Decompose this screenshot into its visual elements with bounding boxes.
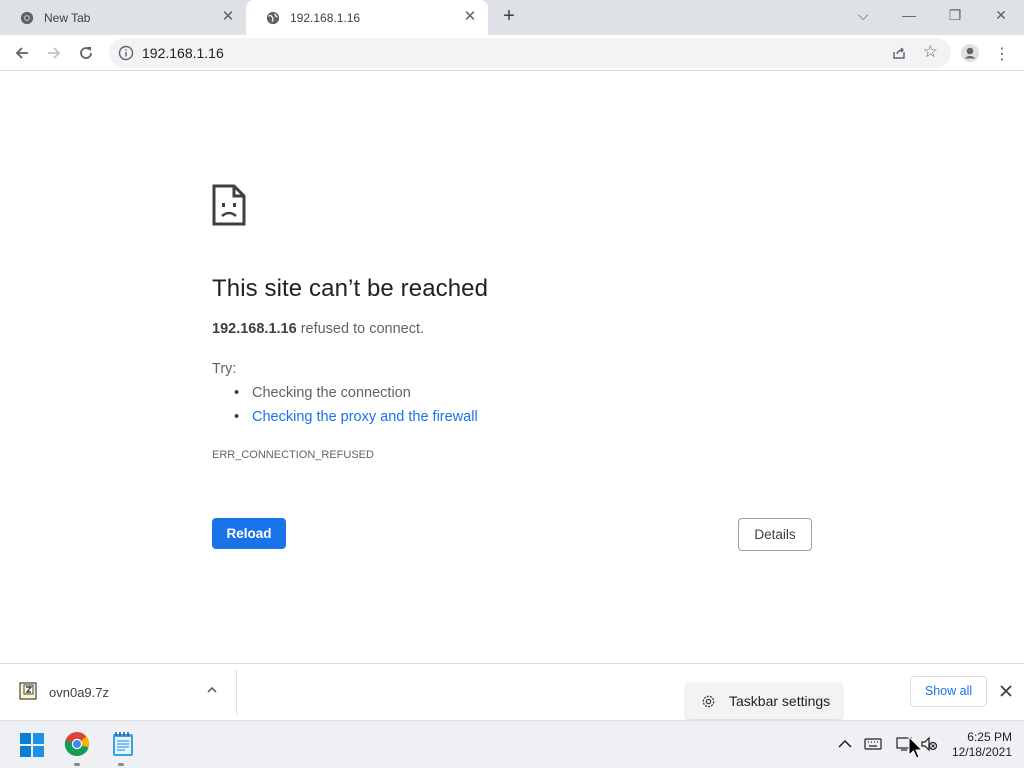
taskbar-settings-popup[interactable]: Taskbar settings (686, 683, 842, 719)
show-all-button[interactable]: Show all (910, 676, 987, 707)
taskbar-settings-label: Taskbar settings (729, 693, 831, 709)
tab-new-tab[interactable]: New Tab ✕ (0, 0, 246, 35)
error-title: This site can’t be reached (212, 275, 489, 302)
running-indicator (74, 763, 80, 766)
back-arrow-icon (15, 47, 28, 59)
start-icon[interactable] (20, 733, 44, 757)
restore-button[interactable]: ❐ (943, 5, 967, 25)
try-label: Try: (212, 361, 237, 377)
tab-strip: New Tab ✕ 192.168.1.16 ✕ + ⌵ — ❐ ✕ (0, 0, 1024, 35)
reload-page-button[interactable] (74, 41, 98, 65)
browser-toolbar: 192.168.1.16 ☆ ⋮ (0, 35, 1024, 71)
suggestion-item: Checking the connection (234, 381, 478, 405)
mouse-cursor-icon (908, 736, 924, 759)
error-description-text: refused to connect. (296, 321, 425, 337)
suggestion-link-proxy-firewall[interactable]: Checking the proxy and the firewall (234, 405, 478, 429)
clock-time: 6:25 PM (967, 730, 1012, 744)
suggestion-list: Checking the connection Checking the pro… (234, 381, 478, 429)
error-code: ERR_CONNECTION_REFUSED (212, 449, 374, 461)
chrome-icon[interactable] (64, 731, 90, 757)
forward-arrow-icon (48, 47, 61, 59)
reload-button[interactable]: Reload (212, 518, 286, 549)
gear-icon (702, 695, 715, 708)
notepad-icon[interactable] (110, 731, 136, 757)
profile-avatar-icon (961, 44, 979, 62)
archive-file-icon (19, 682, 37, 700)
download-bar: ovn0a9.7z Taskbar settings Show all (0, 663, 1024, 720)
tab-active[interactable]: 192.168.1.16 ✕ (246, 0, 488, 35)
sad-page-icon (212, 184, 246, 226)
keyboard-icon[interactable] (864, 736, 882, 752)
profile-button[interactable] (958, 41, 982, 65)
new-tab-button[interactable]: + (498, 6, 520, 28)
chevron-up-icon[interactable] (836, 736, 854, 752)
clock-date: 12/18/2021 (951, 745, 1012, 759)
more-vert-icon: ⋮ (994, 46, 1010, 63)
minimize-button[interactable]: — (897, 5, 921, 25)
chrome-icon (20, 11, 34, 24)
reload-icon (80, 47, 92, 59)
close-tab-icon[interactable]: ✕ (462, 9, 478, 25)
back-button[interactable] (10, 41, 34, 65)
close-tab-icon[interactable]: ✕ (220, 9, 236, 25)
page-content: This site can’t be reached 192.168.1.16 … (0, 71, 1024, 663)
error-host: 192.168.1.16 (212, 321, 297, 337)
divider (236, 670, 237, 715)
close-icon[interactable] (998, 683, 1014, 699)
running-indicator (118, 763, 124, 766)
details-button[interactable]: Details (738, 518, 812, 551)
tab-title: 192.168.1.16 (290, 10, 361, 25)
share-icon[interactable] (891, 45, 907, 61)
chevron-up-icon[interactable] (205, 683, 219, 697)
menu-button[interactable]: ⋮ (990, 41, 1014, 65)
close-window-button[interactable]: ✕ (989, 5, 1013, 25)
tab-search-icon[interactable]: ⌵ (851, 5, 875, 25)
forward-button[interactable] (42, 41, 66, 65)
tab-title: New Tab (44, 10, 91, 25)
error-description: 192.168.1.16 refused to connect. (212, 321, 424, 337)
download-file-name[interactable]: ovn0a9.7z (49, 685, 109, 700)
globe-icon (266, 11, 280, 24)
windows-taskbar: 6:25 PM 12/18/2021 (0, 720, 1024, 768)
url-text[interactable]: 192.168.1.16 (142, 45, 224, 61)
system-clock[interactable]: 6:25 PM 12/18/2021 (946, 730, 1012, 760)
info-icon[interactable] (118, 45, 134, 61)
address-bar[interactable]: 192.168.1.16 ☆ (109, 38, 951, 68)
bookmark-star-icon[interactable]: ☆ (923, 42, 938, 62)
